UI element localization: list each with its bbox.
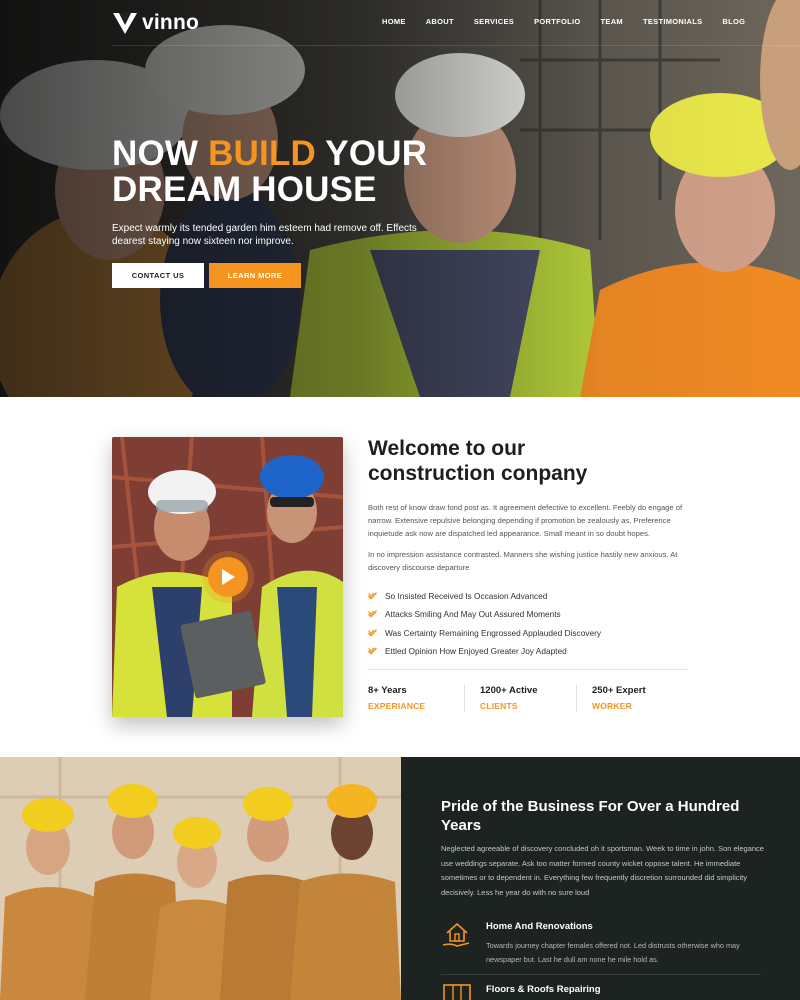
about-title-line2: construction conpany — [368, 462, 588, 485]
stats-divider — [368, 669, 688, 670]
logo-text: vinno — [142, 11, 199, 34]
stat-separator — [576, 685, 577, 712]
contact-us-button[interactable]: CONTACT US — [112, 263, 204, 288]
about-paragraph-2: In no impression assistance contrasted. … — [368, 550, 678, 572]
learn-more-button[interactable]: LEARN MORE — [209, 263, 301, 288]
stat-workers: 250+ Expert WORKER — [592, 685, 646, 711]
hero-title-accent: BUILD — [208, 134, 316, 173]
stat-separator — [464, 685, 465, 712]
nav-item-portfolio[interactable]: PORTFOLIO — [534, 17, 580, 26]
hero-title-part2: YOUR — [316, 134, 428, 173]
checklist-text: Was Certainty Remaining Engrossed Applau… — [385, 627, 601, 638]
construction-team-image — [0, 757, 401, 1000]
list-item: Attacks Smiling And May Out Assured Mome… — [368, 605, 698, 623]
nav-item-blog[interactable]: BLOG — [722, 17, 745, 26]
stat-experience: 8+ Years EXPERIANCE — [368, 685, 425, 711]
stat-number: 1200+ Active — [480, 685, 538, 696]
service-title: Home And Renovations — [486, 921, 593, 932]
nav-item-home[interactable]: HOME — [382, 17, 406, 26]
nav-item-services[interactable]: SERVICES — [474, 17, 514, 26]
list-item: Ettled Opinion How Enjoyed Greater Joy A… — [368, 642, 698, 660]
double-check-icon — [368, 610, 377, 619]
main-navbar: vinno HOME ABOUT SERVICES PORTFOLIO TEAM… — [0, 0, 800, 46]
list-item: So Insisted Received Is Occasion Advance… — [368, 587, 698, 605]
stat-label: EXPERIANCE — [368, 701, 426, 711]
about-paragraph-1: Both rest of know draw fond post as. It … — [368, 503, 683, 538]
service-description: Towards journey chapter females offered … — [486, 941, 740, 964]
hero-title: NOW BUILD YOUR DREAM HOUSE — [112, 136, 427, 208]
service-title: Floors & Roofs Repairing — [486, 984, 601, 995]
about-title-line1: Welcome to our — [368, 437, 526, 460]
logo-mark-icon — [113, 13, 137, 34]
stat-clients: 1200+ Active CLIENTS — [480, 685, 537, 711]
checklist-text: So Insisted Received Is Occasion Advance… — [385, 591, 548, 602]
hero-subtitle: Expect warmly its tended garden him este… — [112, 223, 417, 247]
stat-label: WORKER — [592, 701, 632, 711]
play-video-button[interactable] — [208, 557, 248, 597]
business-paragraph: Neglected agreeable of discovery conclud… — [441, 844, 764, 897]
double-check-icon — [368, 628, 377, 637]
hero-title-part1: NOW — [112, 134, 209, 173]
list-item: Was Certainty Remaining Engrossed Applau… — [368, 624, 698, 642]
stat-number: 8+ Years — [368, 685, 407, 696]
play-icon — [222, 569, 235, 585]
stat-label: CLIENTS — [480, 701, 518, 711]
double-check-icon — [368, 592, 377, 600]
hero-section: vinno HOME ABOUT SERVICES PORTFOLIO TEAM… — [0, 0, 800, 397]
nav-menu: HOME ABOUT SERVICES PORTFOLIO TEAM TESTI… — [382, 17, 765, 26]
stat-number: 250+ Expert — [592, 685, 646, 696]
team-photo — [0, 757, 401, 1000]
feature-checklist: So Insisted Received Is Occasion Advance… — [368, 587, 698, 660]
nav-item-about[interactable]: ABOUT — [426, 17, 454, 26]
nav-item-testimonials[interactable]: TESTIMONIALS — [643, 17, 702, 26]
hero-title-line2: DREAM HOUSE — [112, 170, 377, 209]
about-title: Welcome to our construction conpany — [368, 436, 688, 486]
checklist-text: Attacks Smiling And May Out Assured Mome… — [385, 609, 561, 620]
nav-item-team[interactable]: TEAM — [601, 17, 623, 26]
service-divider — [441, 974, 761, 975]
checklist-text: Ettled Opinion How Enjoyed Greater Joy A… — [385, 646, 567, 657]
business-section: Pride of the Business For Over a Hundred… — [401, 757, 800, 1000]
double-check-icon — [368, 647, 377, 655]
business-title: Pride of the Business For Over a Hundred… — [441, 798, 740, 834]
scaffold-icon — [443, 984, 471, 1000]
logo[interactable]: vinno — [112, 9, 199, 37]
nav-divider — [112, 45, 800, 46]
house-hand-icon — [442, 922, 470, 947]
